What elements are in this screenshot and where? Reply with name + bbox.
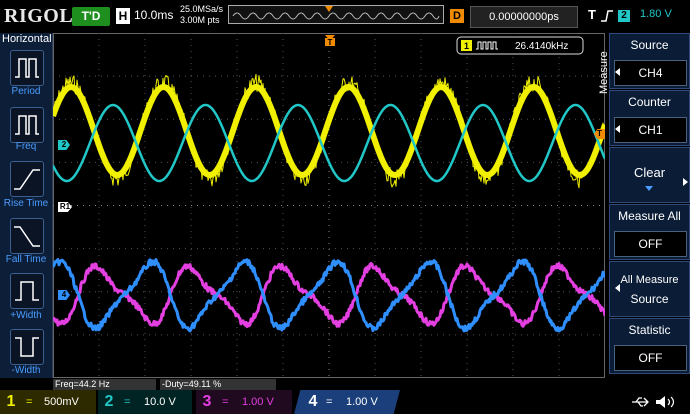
ch4-coupling-icon: = [326,396,333,408]
ch4-scale: 1.00 V [346,396,378,408]
positive-width-button[interactable] [10,273,44,309]
ch4-status[interactable]: 4 = 1.00 V [294,390,400,414]
trigger-position-marker [325,6,333,12]
clear-softkey[interactable]: Clear [609,147,690,203]
freq-measurement: Freq=44.2 Hz [53,379,156,390]
horizontal-delay-readout[interactable]: 0.00000000ps [470,6,578,28]
delay-badge: D [450,9,464,23]
menu-expand-icon[interactable] [683,178,688,186]
all-measure-source-softkey[interactable]: All Measure Source [609,261,690,317]
sidebar-header: Horizontal [2,33,52,45]
counter-label: Counter [628,95,671,109]
period-button[interactable] [10,50,44,86]
counter-softkey[interactable]: Counter CH1 [609,90,690,146]
rising-edge-icon [601,10,613,22]
counter-channel: 1 [464,41,469,51]
horizontal-measure-sidebar: Horizontal Period Freq Rise Time Fall Ti… [0,33,53,378]
usb-icon [632,397,649,407]
fall-time-button[interactable] [10,218,44,254]
chevron-left-icon [615,68,620,76]
speaker-icon[interactable] [654,394,680,410]
negative-width-button[interactable] [10,329,44,365]
measure-all-label: Measure All [618,209,681,223]
svg-text:T: T [328,38,333,47]
measure-all-softkey[interactable]: Measure All OFF [609,204,690,260]
brand-logo: RIGOL [4,5,74,27]
horizontal-badge: H [116,8,130,24]
ch1-number: 1 [6,393,16,410]
statistic-value: OFF [614,345,687,371]
sidebar-item-negative-width: -Width [11,365,41,376]
ch1-scale: 500mV [44,396,79,408]
duty-measurement: -Duty=49.11 % [160,379,276,390]
ch2-scale: 10.0 V [144,396,176,408]
all-measure-label: All Measure [620,274,679,286]
sidebar-item-freq: Freq [15,141,37,152]
measure-all-value: OFF [614,231,687,257]
ch2-coupling-icon: = [124,396,131,408]
status-bar: RIGOL T'D H 10.0ms 25.0MSa/s 3.00M pts D… [0,0,690,33]
frequency-icon [15,115,39,135]
negative-width-icon [15,337,39,357]
memory-overview-wave [232,6,440,20]
memory-overview-bar[interactable] [228,5,444,24]
sidebar-item-fall-time: Fall Time [5,254,47,265]
ch4-number: 4 [308,393,318,410]
source-value: CH4 [614,60,687,86]
counter-value-box: CH1 [614,117,687,143]
trigger-position-top-marker: T [325,35,335,47]
statistic-softkey[interactable]: Statistic OFF [609,318,690,374]
ch2-status[interactable]: 2 = 10.0 V [98,390,192,414]
source-softkey[interactable]: Source CH4 [609,33,690,89]
chevron-down-icon [645,186,653,191]
sidebar-item-rise-time: Rise Time [3,198,49,209]
sidebar-item-positive-width: +Width [10,310,42,321]
clear-label: Clear [633,165,666,180]
waveform-display[interactable]: 1 26.4140kHz T [53,33,605,378]
counter-value: 26.4140kHz [515,41,568,52]
rise-time-icon [14,169,40,190]
measure-softkey-menu: Source CH4 Counter CH1 Clear Measure All… [607,33,690,378]
trigger-level-readout[interactable]: 1.80 V [640,8,672,20]
source-label: Source [630,38,669,52]
sidebar-item-period: Period [11,86,41,97]
freq-button[interactable] [10,107,44,143]
period-icon [15,58,39,78]
chevron-left-icon [615,284,620,292]
ch3-status[interactable]: 3 = 1.00 V [196,390,292,414]
counter-readout: 1 26.4140kHz [456,36,584,55]
trigger-badge: T [588,7,596,22]
fall-time-icon [14,226,40,247]
channel-status-bar: 1 = 500mV 2 = 10.0 V 3 = 1.00 V 4 = 1.00… [0,390,690,414]
rise-time-button[interactable] [10,161,44,197]
ch1-coupling-icon: = [26,396,33,408]
sample-rate-readout: 25.0MSa/s [180,4,224,14]
ch2-number: 2 [104,393,114,410]
trigger-status-badge: T'D [72,7,110,26]
ch3-number: 3 [202,393,212,410]
ch1-status[interactable]: 1 = 500mV [0,390,96,414]
all-measure-sub-label: Source [630,292,669,306]
positive-width-icon [15,281,39,301]
ch3-scale: 1.00 V [242,396,274,408]
timebase-readout[interactable]: 10.0ms [134,8,173,22]
chevron-left-icon [615,125,620,133]
ch3-coupling-icon: = [222,396,229,408]
memory-depth-readout: 3.00M pts [180,15,220,25]
trigger-source-badge: 2 [618,10,630,22]
statistic-label: Statistic [628,323,671,337]
